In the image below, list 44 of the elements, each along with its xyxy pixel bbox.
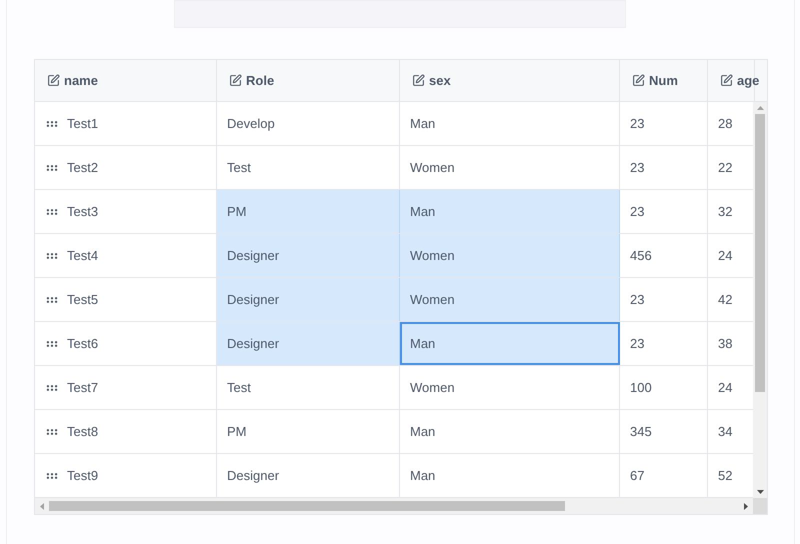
- edit-icon: [720, 74, 733, 87]
- edit-icon: [229, 74, 242, 87]
- table-cell[interactable]: Test2: [35, 146, 217, 189]
- vertical-scrollbar[interactable]: [753, 102, 767, 498]
- table-cell[interactable]: 23: [620, 190, 708, 233]
- column-header[interactable]: Num: [620, 60, 708, 101]
- column-header[interactable]: name: [35, 60, 217, 101]
- edit-icon: [412, 74, 425, 87]
- table-cell[interactable]: Women: [400, 146, 620, 189]
- table-cell[interactable]: 23: [620, 146, 708, 189]
- table-cell[interactable]: Develop: [217, 102, 400, 145]
- table-cell[interactable]: Women: [400, 234, 620, 277]
- column-header[interactable]: Role: [217, 60, 400, 101]
- table-cell[interactable]: Man: [400, 410, 620, 453]
- table-cell[interactable]: 345: [620, 410, 708, 453]
- table-cell[interactable]: 67: [620, 454, 708, 497]
- table-cell[interactable]: Test1: [35, 102, 217, 145]
- horizontal-scrollbar[interactable]: [35, 498, 767, 514]
- table-cell[interactable]: Test: [217, 366, 400, 409]
- table-cell[interactable]: Designer: [217, 322, 400, 365]
- table-cell[interactable]: Women: [400, 366, 620, 409]
- table-cell[interactable]: Test7: [35, 366, 217, 409]
- table-cell[interactable]: Test8: [35, 410, 217, 453]
- table-cell[interactable]: Man: [400, 322, 620, 365]
- table-cell[interactable]: Women: [400, 278, 620, 321]
- table-cell[interactable]: PM: [217, 410, 400, 453]
- table-cell[interactable]: 23: [620, 278, 708, 321]
- edit-icon: [632, 74, 645, 87]
- table-cell[interactable]: 100: [620, 366, 708, 409]
- table-cell[interactable]: Man: [400, 454, 620, 497]
- column-header[interactable]: sex: [400, 60, 620, 101]
- table-cell[interactable]: Designer: [217, 454, 400, 497]
- table-cell[interactable]: Designer: [217, 278, 400, 321]
- scrollbar-corner: [753, 498, 767, 514]
- table-cell[interactable]: PM: [217, 190, 400, 233]
- table-cell[interactable]: Man: [400, 190, 620, 233]
- table-cell[interactable]: Test: [217, 146, 400, 189]
- table-cell[interactable]: Test9: [35, 454, 217, 497]
- edit-icon: [47, 74, 60, 87]
- table-cell[interactable]: 456: [620, 234, 708, 277]
- table-cell[interactable]: Designer: [217, 234, 400, 277]
- table-cell[interactable]: 23: [620, 322, 708, 365]
- table-cell[interactable]: 23: [620, 102, 708, 145]
- table-cell[interactable]: Man: [400, 102, 620, 145]
